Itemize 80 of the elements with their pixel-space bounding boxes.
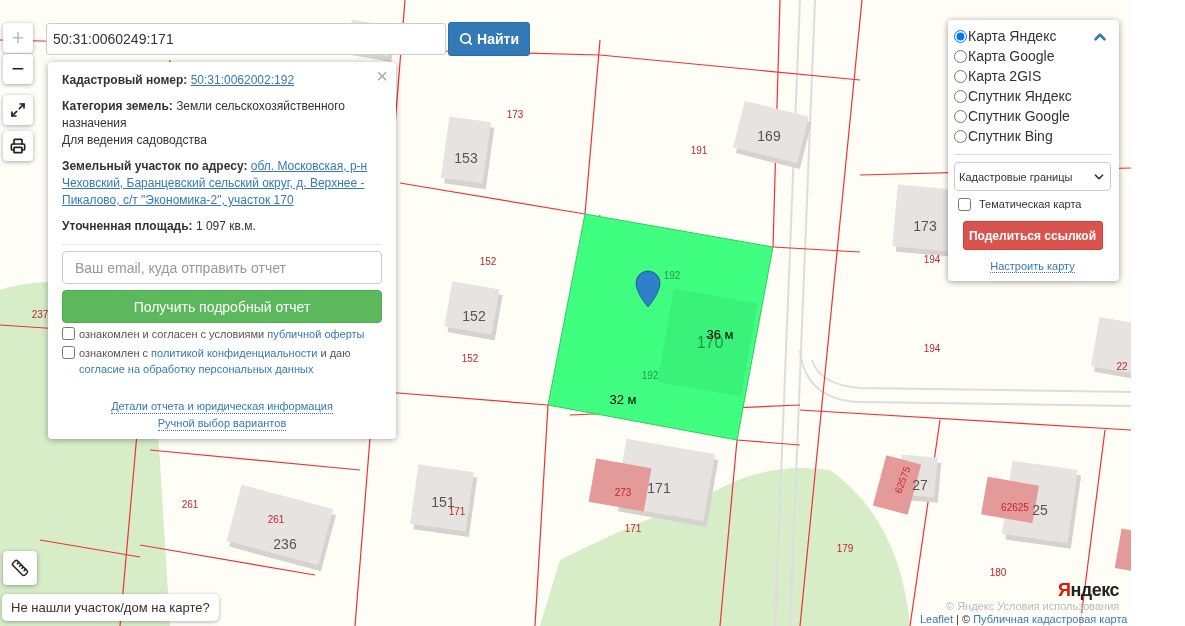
attribution-link[interactable]: Leaflet <box>920 613 954 625</box>
parcel-number: 261 <box>267 515 285 525</box>
parcel-number: 179 <box>836 544 854 554</box>
search-icon <box>459 32 473 46</box>
building-number: 171 <box>647 481 671 495</box>
info-link[interactable]: Детали отчета и юридическая информация <box>111 399 333 414</box>
parcel-number: 192 <box>641 371 659 381</box>
parcel-number: 237 <box>31 310 49 320</box>
area-text: Уточненная площадь: 1 097 кв.м. <box>62 218 257 235</box>
fullscreen-button[interactable] <box>3 95 33 125</box>
parcel-number: 191 <box>690 146 708 156</box>
thematic-checkbox[interactable] <box>958 198 971 211</box>
printer-icon <box>10 138 26 154</box>
layer-radio[interactable] <box>954 49 967 63</box>
consent-link[interactable]: политикой конфиденциальности <box>151 347 318 359</box>
share-link-button[interactable]: Поделиться ссылкой <box>962 221 1103 250</box>
not-found-button[interactable]: Не нашли участок/дом на карте? <box>2 594 219 621</box>
building-number: 173 <box>913 219 937 233</box>
parcel-number: 152 <box>461 354 479 364</box>
parcel-number: 180 <box>989 568 1007 578</box>
consent-text: ознакомлен с политикой конфиденциальности и даю согласие на обработку персональных данных <box>79 346 352 377</box>
layer-option-label: Карта Яндекс <box>968 28 1057 44</box>
consent-checkbox[interactable] <box>62 327 75 340</box>
search-button[interactable]: Найти <box>448 22 530 56</box>
consent-link[interactable]: публичной оферты <box>267 328 365 340</box>
layer-radio[interactable] <box>954 129 967 143</box>
parcel-number: 194 <box>923 344 941 354</box>
consent-text: ознакомлен и согласен с условиями публичной оферты <box>79 327 365 342</box>
parcel-number: 62625 <box>1001 503 1029 513</box>
building-number: 169 <box>757 129 781 143</box>
layer-radio[interactable] <box>954 109 967 123</box>
overlay-select[interactable]: Кадастровые границы <box>954 162 1111 191</box>
cadastral-number-link[interactable]: 50:31:0062002:192 <box>190 73 295 87</box>
expand-icon <box>10 102 26 118</box>
layer-radio[interactable] <box>954 89 967 103</box>
layer-option-label: Карта Google <box>968 48 1055 64</box>
info-link[interactable]: Ручной выбор вариантов <box>157 416 287 431</box>
building-number: 153 <box>454 151 478 165</box>
building-number: 236 <box>273 537 297 551</box>
attribution-text: Leaflet | © Публичная кадастровая карта <box>918 613 1130 626</box>
print-button[interactable] <box>3 131 33 161</box>
layer-radio[interactable] <box>954 69 967 83</box>
search-field[interactable]: 50:31:0060249:171 <box>46 23 446 55</box>
address-link[interactable]: обл. Московская, р-н <box>250 159 368 173</box>
land-category-text: Категория земель: Земли сельскохозяйственного назначения <box>62 98 347 132</box>
parcel-number: 171 <box>448 507 466 517</box>
parcel-number: 194 <box>923 255 941 265</box>
consent-link[interactable]: согласие на обработку персональных данных <box>79 363 314 375</box>
parcel-number: 152 <box>479 257 497 267</box>
building-number: 152 <box>462 309 486 323</box>
layer-option-label: Спутник Bing <box>968 128 1053 144</box>
map-pin-icon[interactable] <box>635 270 661 308</box>
layer-radio[interactable] <box>954 29 967 43</box>
layer-option-label: Спутник Яндекс <box>968 88 1072 104</box>
configure-map-link[interactable]: Настроить карту <box>990 260 1075 273</box>
address-link[interactable]: Пикалово, с/т "Экономика-2", участок 170 <box>62 193 294 207</box>
parcel-number: 171 <box>624 524 642 534</box>
parcel-number: 273 <box>614 488 632 498</box>
ruler-button[interactable] <box>3 551 37 585</box>
parcel-number: 261 <box>181 500 199 510</box>
address-link[interactable]: Чеховский, Баранцевский сельский округ, д. Верхнее - <box>62 176 365 190</box>
land-use-text: Для ведения садоводства <box>62 132 208 149</box>
parcel-number: 192 <box>663 271 681 281</box>
parcel-number: 173 <box>506 110 524 120</box>
building-number: 25 <box>1032 503 1048 517</box>
building-number: 27 <box>912 478 928 492</box>
attribution-link[interactable]: Публичная кадастровая карта <box>973 613 1128 625</box>
parcel-number: 22 <box>1116 362 1128 372</box>
layer-option-label: Карта 2GIS <box>968 68 1042 84</box>
building-number: 151 <box>431 495 455 509</box>
address-label: Земельный участок по адресу: <box>62 159 248 173</box>
layer-option-label: Спутник Google <box>968 108 1070 124</box>
consent-checkbox[interactable] <box>62 346 75 359</box>
thematic-label: Тематическая карта <box>979 198 1082 210</box>
measurement-label: 32 м <box>609 392 637 406</box>
zoom-out-button[interactable]: − <box>3 54 33 84</box>
email-field[interactable]: Ваш email, куда отправить отчет <box>62 251 382 284</box>
ruler-icon <box>11 559 29 577</box>
get-report-button[interactable]: Получить подробный отчет <box>62 290 382 323</box>
parcel-number: 62575 <box>893 465 913 495</box>
